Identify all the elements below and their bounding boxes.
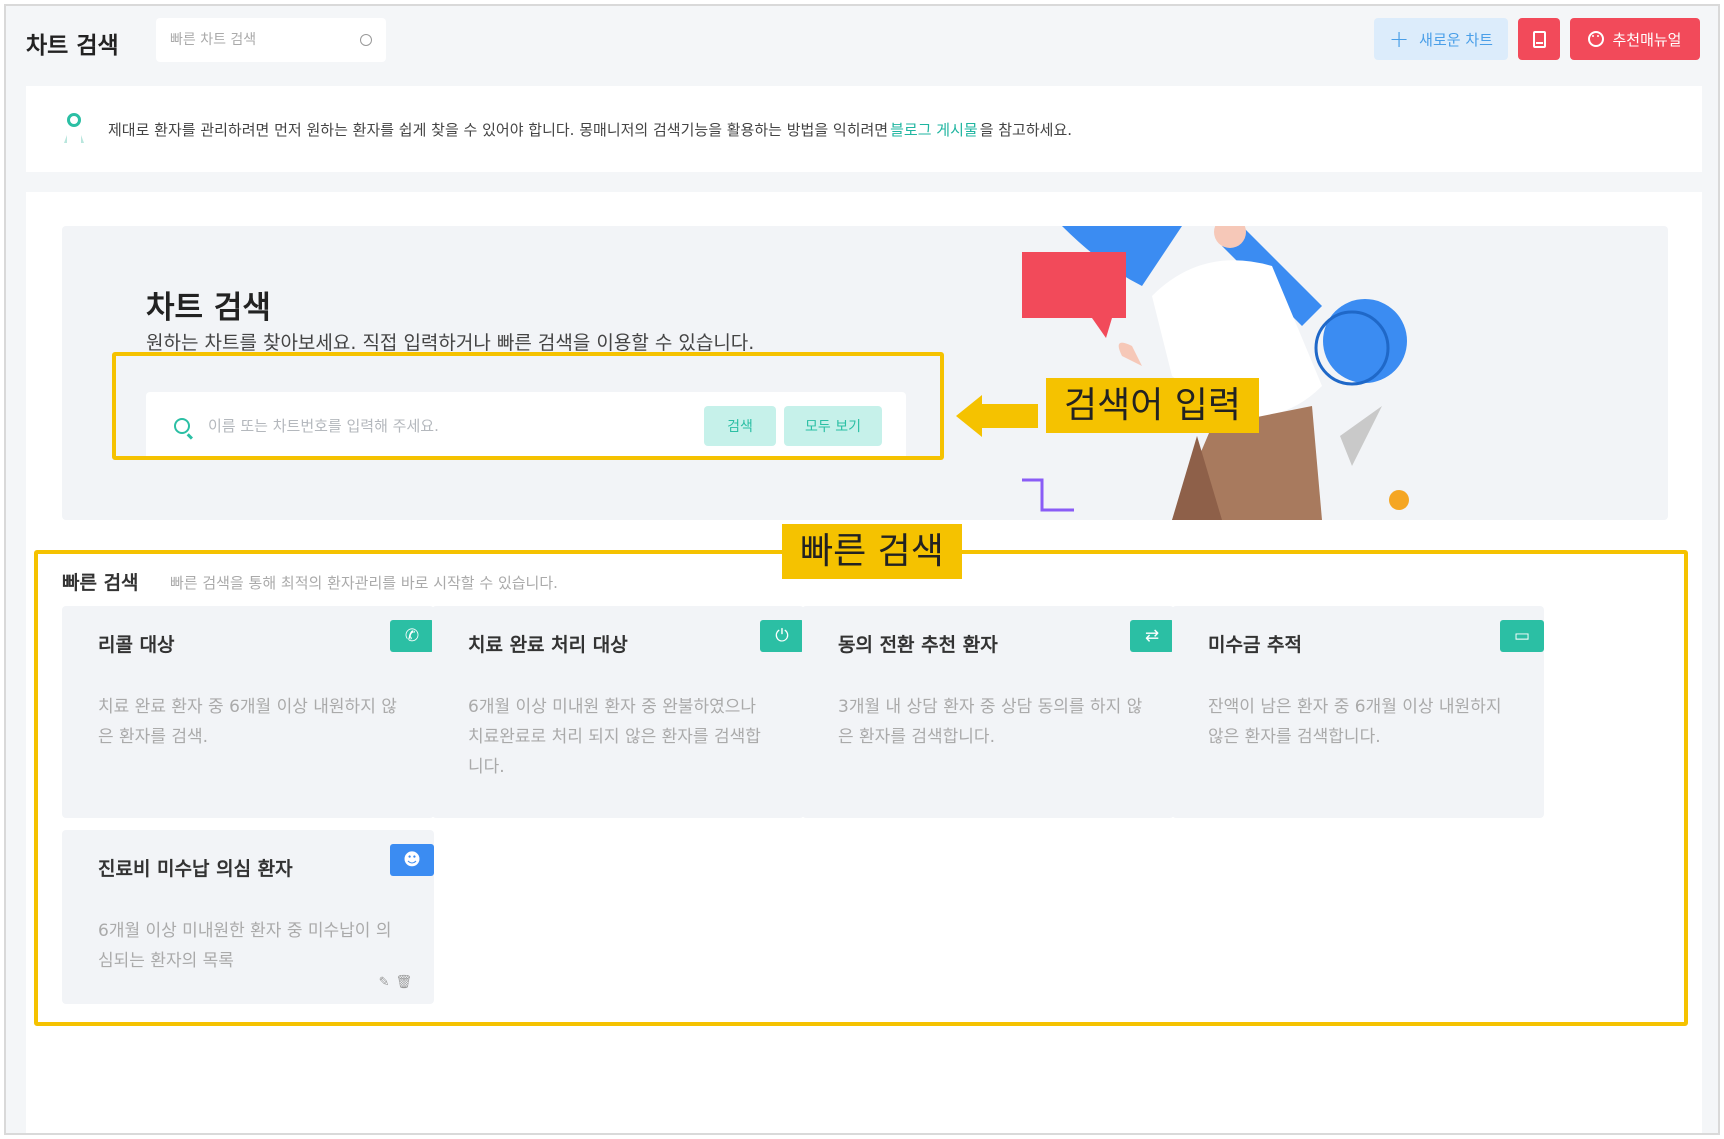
quick-chart-search[interactable] [156, 18, 386, 62]
card-title: 리콜 대상 [98, 634, 175, 656]
callout-arrow-tail [980, 404, 1038, 428]
hero-title: 차트 검색 [146, 290, 271, 326]
quick-card-consent-conversion[interactable]: 동의 전환 추천 환자 3개월 내 상담 환자 중 상담 동의를 하지 않은 환… [802, 606, 1174, 818]
app-title: 차트 검색 [26, 33, 119, 59]
trash-icon[interactable]: 🗑 [395, 975, 412, 990]
card-description: 치료 완료 환자 중 6개월 이상 내원하지 않은 환자를 검색. [98, 697, 397, 747]
phone-icon: ✆ [390, 620, 434, 652]
manual-button[interactable]: 추천매뉴얼 [1570, 18, 1700, 60]
main-panel: 차트 검색 원하는 차트를 찾아보세요. 직접 입력하거나 빠른 검색을 이용할… [26, 192, 1702, 1133]
edit-icon[interactable]: ✎ [379, 975, 390, 990]
quick-chart-search-input[interactable] [170, 32, 360, 48]
manual-label: 추천매뉴얼 [1612, 30, 1682, 49]
card-description: 6개월 이상 미내원한 환자 중 미수납이 의심되는 환자의 목록 [98, 921, 392, 971]
card-description: 3개월 내 상담 환자 중 상담 동의를 하지 않은 환자를 검색합니다. [838, 697, 1143, 747]
new-chart-button[interactable]: + 새로운 차트 [1374, 18, 1508, 60]
card-title: 치료 완료 처리 대상 [468, 634, 628, 656]
pin-icon [62, 113, 86, 145]
quick-card-unpaid-suspect[interactable]: 진료비 미수납 의심 환자 6개월 이상 미내원한 환자 중 미수납이 의심되는… [62, 830, 434, 1004]
quick-card-recall[interactable]: 리콜 대상 치료 완료 환자 중 6개월 이상 내원하지 않은 환자를 검색. … [62, 606, 434, 818]
search-icon [360, 34, 372, 46]
hero-illustration [1022, 226, 1409, 520]
info-text: 제대로 환자를 관리하려면 먼저 원하는 환자를 쉽게 찾을 수 있어야 합니다… [108, 120, 889, 139]
quick-search-description: 빠른 검색을 통해 최적의 환자관리를 바로 시작할 수 있습니다. [170, 574, 558, 592]
plus-icon: + [1389, 25, 1410, 53]
quick-card-treatment-complete[interactable]: 치료 완료 처리 대상 6개월 이상 미내원 환자 중 완불하였으나 치료완료로… [432, 606, 804, 818]
card-description: 잔액이 남은 환자 중 6개월 이상 내원하지 않은 환자를 검색합니다. [1208, 697, 1502, 747]
book-button[interactable] [1518, 18, 1560, 60]
new-chart-label: 새로운 차트 [1419, 30, 1493, 49]
quick-search-label: 빠른 검색 [782, 524, 962, 580]
search-input-callout [112, 352, 944, 460]
info-bar: 제대로 환자를 관리하려면 먼저 원하는 환자를 쉽게 찾을 수 있어야 합니다… [26, 86, 1702, 172]
callout-arrow-icon [956, 395, 982, 437]
card-title: 동의 전환 추천 환자 [838, 634, 998, 656]
book-icon [1532, 30, 1546, 48]
card-actions: ✎ 🗑 [379, 975, 412, 990]
smile-icon [1588, 31, 1605, 47]
app-frame: 차트 검색 + 새로운 차트 추천매뉴얼 제대로 환자를 관리하려면 먼저 원하… [4, 4, 1720, 1135]
card-description: 6개월 이상 미내원 환자 중 완불하였으나 치료완료로 처리 되지 않은 환자… [468, 697, 761, 777]
info-text-end: 을 참고하세요. [979, 120, 1073, 139]
swap-icon: ⇄ [1130, 620, 1174, 652]
user-search-icon: ☻ [390, 844, 434, 876]
search-input-label: 검색어 입력 [1046, 378, 1260, 434]
quick-card-receivables[interactable]: 미수금 추적 잔액이 남은 환자 중 6개월 이상 내원하지 않은 환자를 검색… [1172, 606, 1544, 818]
quick-search-title: 빠른 검색 [62, 572, 139, 594]
power-icon: ⏻ [760, 620, 804, 652]
hero-subtitle: 원하는 차트를 찾아보세요. 직접 입력하거나 빠른 검색을 이용할 수 있습니… [146, 332, 755, 354]
card-title: 진료비 미수납 의심 환자 [98, 858, 293, 880]
note-icon: ▭ [1500, 620, 1544, 652]
blog-link[interactable]: 블로그 게시물 [890, 119, 978, 140]
card-title: 미수금 추적 [1208, 634, 1303, 656]
